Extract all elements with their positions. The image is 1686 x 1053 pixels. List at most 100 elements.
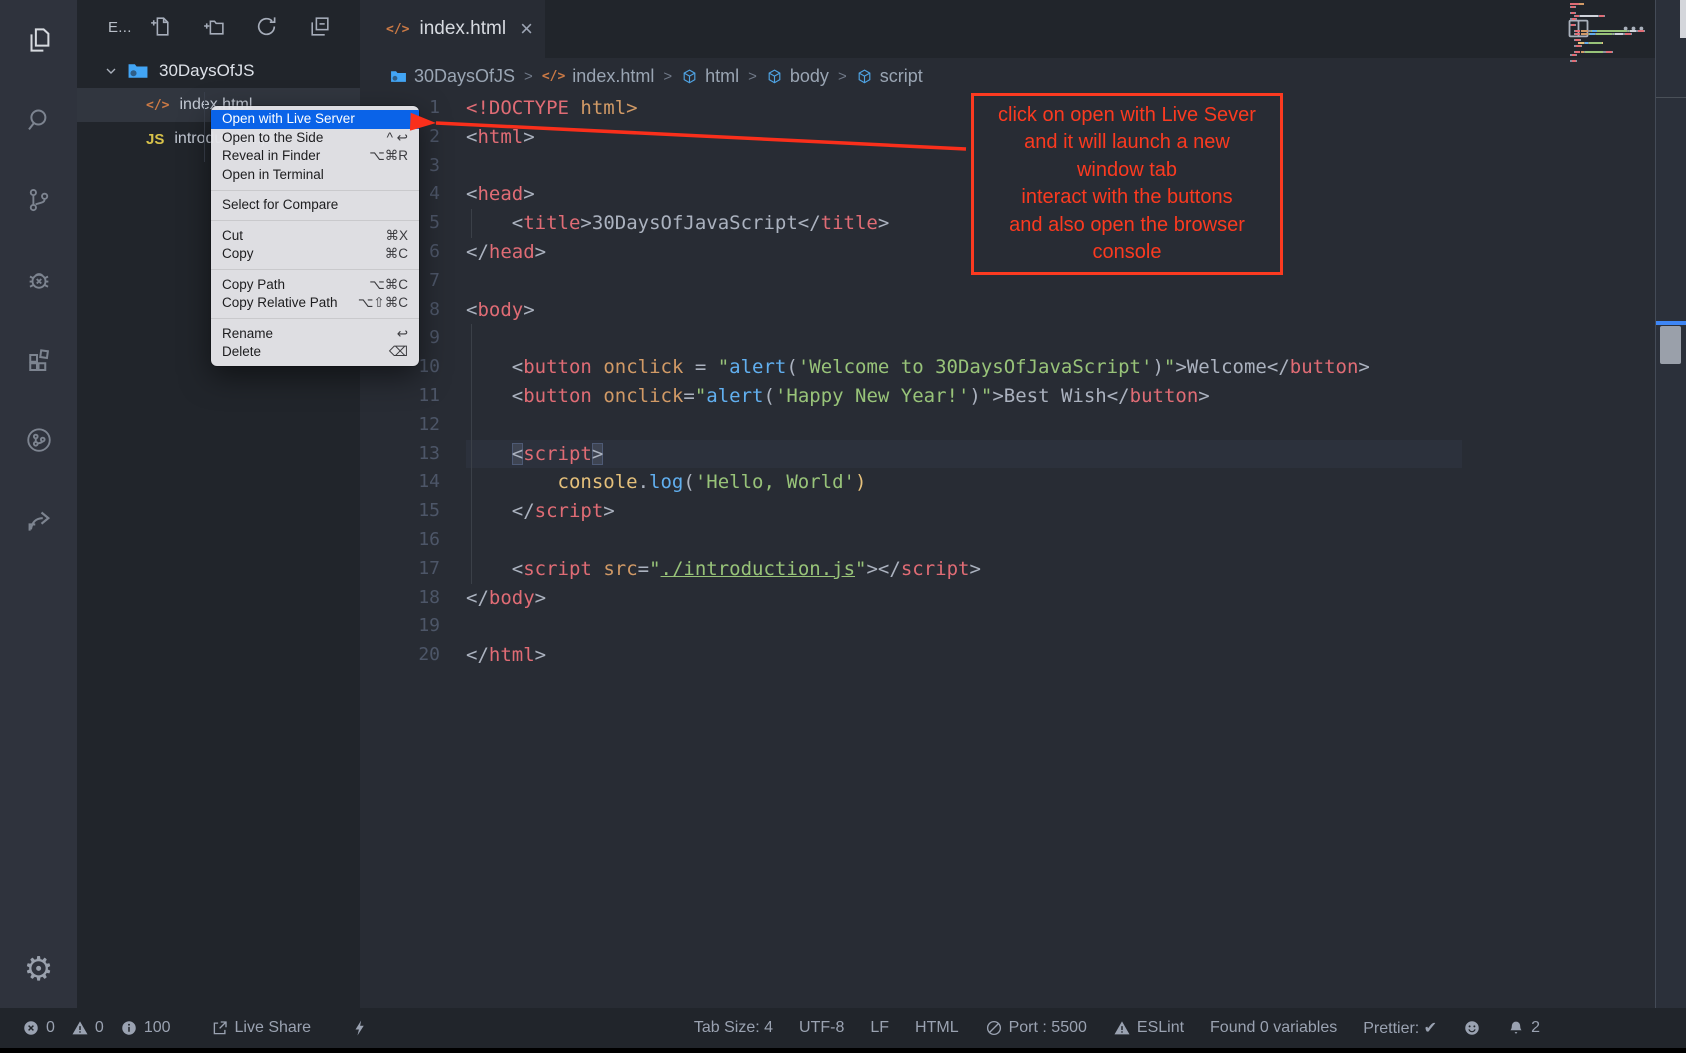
menu-item-label: Select for Compare bbox=[222, 196, 338, 215]
menu-item-rename[interactable]: Rename↩ bbox=[211, 325, 419, 344]
menu-item-reveal-in-finder[interactable]: Reveal in Finder⌥⌘R bbox=[211, 147, 419, 166]
activity-extensions[interactable] bbox=[0, 320, 77, 400]
status-live-share[interactable]: Live Share bbox=[211, 1019, 312, 1037]
line-number: 13 bbox=[360, 440, 440, 469]
external-link-icon bbox=[211, 1019, 229, 1037]
html-file-icon: </> bbox=[146, 98, 169, 113]
annotation-text-line: window tab bbox=[974, 157, 1280, 185]
menu-item-copy-relative-path[interactable]: Copy Relative Path⌥⇧⌘C bbox=[211, 294, 419, 313]
activity-search[interactable] bbox=[0, 80, 77, 160]
code-line-18: 18</body> bbox=[360, 584, 1655, 613]
annotation-box: click on open with Live Severand it will… bbox=[971, 93, 1283, 275]
explorer-actions bbox=[148, 14, 333, 40]
share-arrow-icon bbox=[24, 505, 54, 535]
slash-circle-icon bbox=[985, 1019, 1003, 1037]
explorer-header: E... bbox=[77, 0, 360, 54]
menu-item-open-with-live-server[interactable]: Open with Live Server bbox=[211, 110, 419, 129]
line-number: 20 bbox=[360, 641, 440, 670]
tree-root-folder[interactable]: 30DaysOfJS bbox=[77, 54, 360, 88]
code-line-20: 20</html> bbox=[360, 641, 1655, 670]
status-eol[interactable]: LF bbox=[870, 1019, 889, 1037]
activity-run-and-debug[interactable] bbox=[0, 240, 77, 320]
breadcrumb-separator: > bbox=[838, 68, 847, 85]
status-label: Prettier: ✔ bbox=[1363, 1018, 1437, 1038]
js-file-icon: JS bbox=[146, 131, 164, 148]
status-problems-warnings[interactable]: 0 bbox=[71, 1019, 104, 1037]
status-encoding[interactable]: UTF-8 bbox=[799, 1019, 844, 1037]
menu-item-select-for-compare[interactable]: Select for Compare bbox=[211, 196, 419, 215]
status-lightning[interactable] bbox=[351, 1019, 369, 1037]
status-prettier[interactable]: Prettier: ✔ bbox=[1363, 1018, 1437, 1038]
menu-item-shortcut: ^ ↩ bbox=[387, 129, 408, 148]
code-line-12: 12 bbox=[360, 411, 1655, 440]
menu-item-cut[interactable]: Cut⌘X bbox=[211, 227, 419, 246]
menu-item-copy[interactable]: Copy⌘C bbox=[211, 245, 419, 264]
info-circle-icon bbox=[120, 1019, 138, 1037]
status-language-mode[interactable]: HTML bbox=[915, 1019, 959, 1037]
bottom-strip bbox=[0, 1048, 1686, 1053]
menu-separator bbox=[211, 318, 419, 319]
breadcrumb-30DaysOfJS[interactable]: 30DaysOfJS bbox=[390, 66, 515, 87]
minimap[interactable] bbox=[1570, 3, 1652, 63]
breadcrumb-index-html[interactable]: </>index.html bbox=[542, 66, 655, 87]
tab-label: index.html bbox=[419, 18, 506, 40]
right-column-divider bbox=[1656, 97, 1686, 98]
code-line-16: 16 bbox=[360, 526, 1655, 555]
new-folder-icon bbox=[201, 14, 226, 39]
new-file-icon bbox=[148, 14, 173, 39]
status-problems-errors[interactable]: 0 bbox=[22, 1019, 55, 1037]
new-file-button[interactable] bbox=[148, 14, 174, 40]
menu-item-label: Copy Path bbox=[222, 276, 285, 295]
files-icon bbox=[24, 25, 54, 55]
status-problems-info[interactable]: 100 bbox=[120, 1019, 171, 1037]
vscode-window: ⚙ E... 30DaysOfJS</>index.htmlJSintroduc… bbox=[0, 0, 1686, 1053]
status-bar: 00 100 Live Share Tab Size: 4 UTF-8 LF HTML Po… bbox=[0, 1008, 1686, 1048]
breadcrumb-script[interactable]: script bbox=[856, 66, 923, 87]
outer-scrollbar-thumb[interactable] bbox=[1660, 326, 1681, 364]
activity-source-control[interactable] bbox=[0, 160, 77, 240]
status-label: ESLint bbox=[1137, 1019, 1184, 1037]
collapse-folders-button[interactable] bbox=[307, 14, 333, 40]
breadcrumb-label: body bbox=[790, 66, 829, 87]
collapse-all-icon bbox=[307, 14, 332, 39]
settings-gear-button[interactable]: ⚙ bbox=[0, 928, 77, 1008]
menu-item-label: Open in Terminal bbox=[222, 166, 324, 185]
status-notifications[interactable]: 2 bbox=[1507, 1019, 1540, 1037]
menu-item-open-in-terminal[interactable]: Open in Terminal bbox=[211, 166, 419, 185]
menu-item-copy-path[interactable]: Copy Path⌥⌘C bbox=[211, 276, 419, 295]
line-number: 19 bbox=[360, 612, 440, 641]
activity-remote-circle-branch[interactable] bbox=[0, 400, 77, 480]
tab-index-html[interactable]: </> index.html × bbox=[360, 0, 545, 58]
annotation-text-line: click on open with Live Sever bbox=[974, 102, 1280, 130]
folder-icon bbox=[390, 68, 407, 85]
indent-guide-body bbox=[471, 324, 472, 584]
status-found-variables[interactable]: Found 0 variables bbox=[1210, 1019, 1337, 1037]
status-eslint[interactable]: ESLint bbox=[1113, 1019, 1184, 1037]
menu-item-delete[interactable]: Delete⌫ bbox=[211, 343, 419, 362]
code-line-15: 15 </script> bbox=[360, 497, 1655, 526]
menu-item-shortcut: ⌥⌘R bbox=[369, 147, 408, 166]
refresh-explorer-button[interactable] bbox=[254, 14, 280, 40]
breadcrumb-html[interactable]: html bbox=[681, 66, 739, 87]
debug-icon bbox=[24, 265, 54, 295]
activity-explorer[interactable] bbox=[0, 0, 77, 80]
breadcrumb-label: html bbox=[705, 66, 739, 87]
status-tab-size[interactable]: Tab Size: 4 bbox=[694, 1019, 773, 1037]
breadcrumb-body[interactable]: body bbox=[766, 66, 829, 87]
status-label: 2 bbox=[1531, 1019, 1540, 1037]
menu-item-open-to-the-side[interactable]: Open to the Side^ ↩ bbox=[211, 129, 419, 148]
status-label: Port : 5500 bbox=[1009, 1019, 1087, 1037]
annotation-text-line: console bbox=[974, 239, 1280, 267]
new-folder-button[interactable] bbox=[201, 14, 227, 40]
close-tab-icon[interactable]: × bbox=[520, 18, 533, 40]
status-feedback-smiley[interactable] bbox=[1463, 1019, 1481, 1037]
tree-indent-guide bbox=[204, 92, 205, 162]
search-icon bbox=[24, 105, 54, 135]
outer-scrollbar-top bbox=[1680, 0, 1686, 38]
status-live-server-port[interactable]: Port : 5500 bbox=[985, 1019, 1087, 1037]
menu-item-shortcut: ⌥⇧⌘C bbox=[358, 294, 408, 313]
menu-item-label: Cut bbox=[222, 227, 243, 246]
activity-live-share[interactable] bbox=[0, 480, 77, 560]
annotation-text-line: and also open the browser bbox=[974, 212, 1280, 240]
status-label: 0 bbox=[46, 1019, 55, 1037]
